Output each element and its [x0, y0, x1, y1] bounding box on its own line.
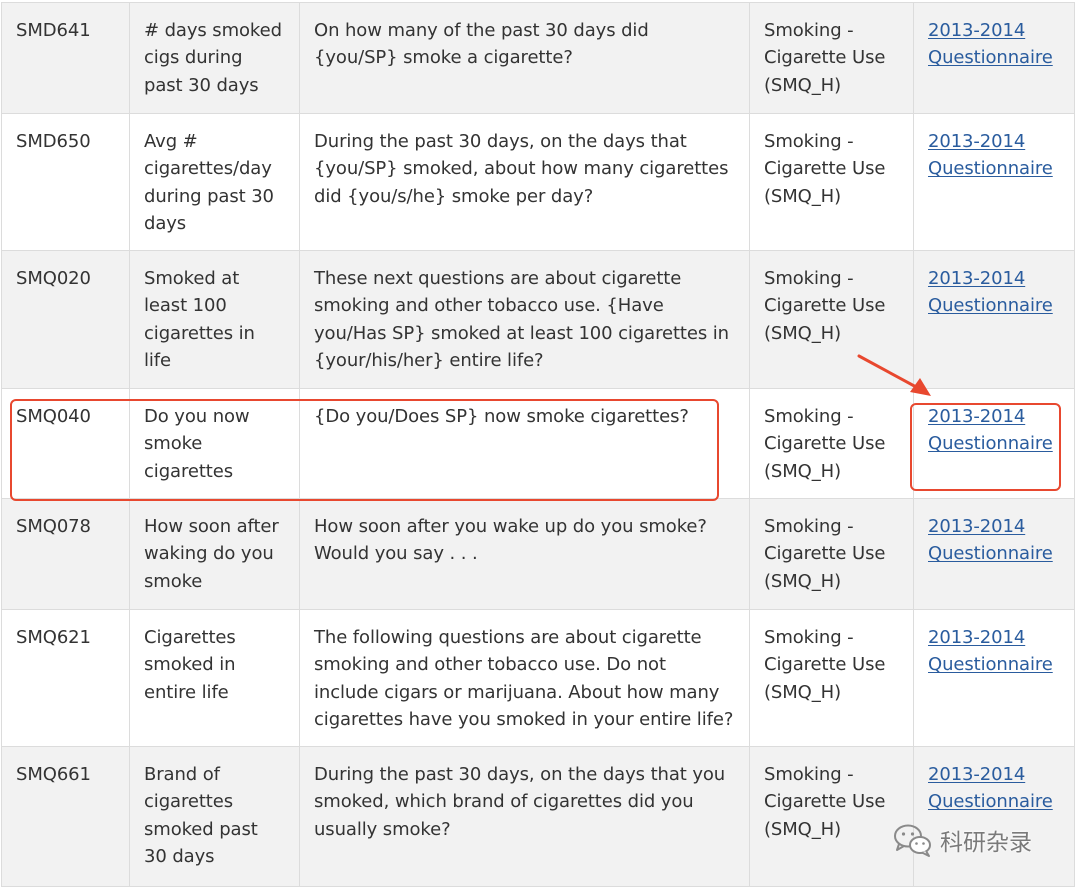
data-file-cell: Smoking - Cigarette Use (SMQ_H) [749, 2, 914, 114]
questionnaire-link-cell: 2013-2014 Questionnaire [913, 2, 1075, 114]
questionnaire-link[interactable]: 2013-2014 Questionnaire [928, 131, 1053, 179]
link-doc: Questionnaire [928, 47, 1053, 69]
link-year: 2013-2014 [928, 20, 1026, 41]
questionnaire-link[interactable]: 2013-2014 Questionnaire [928, 268, 1053, 316]
link-year: 2013-2014 [928, 131, 1026, 152]
table-row: SMD650 Avg # cigarettes/day during past … [1, 113, 1075, 251]
variable-description-cell: How soon after waking do you smoke [129, 498, 300, 610]
variable-name-cell: SMQ078 [1, 498, 130, 610]
data-file-cell: Smoking - Cigarette Use (SMQ_H) [749, 388, 914, 499]
variable-name-cell: SMQ621 [1, 609, 130, 747]
variable-name-cell: SMD650 [1, 113, 130, 251]
data-file-cell: Smoking - Cigarette Use (SMQ_H) [749, 498, 914, 610]
variable-description-cell: Avg # cigarettes/day during past 30 days [129, 113, 300, 251]
link-doc: Questionnaire [928, 295, 1053, 317]
variable-description-cell: # days smoked cigs during past 30 days [129, 2, 300, 114]
highlight-box-link [910, 403, 1061, 491]
target-text-cell: During the past 30 days, on the days tha… [299, 746, 750, 887]
table-row: SMD641 # days smoked cigs during past 30… [1, 2, 1075, 114]
variable-description-cell: Brand of cigarettes smoked past 30 days [129, 746, 300, 887]
watermark-text: 科研杂录 [940, 830, 1032, 856]
target-text-cell: During the past 30 days, on the days tha… [299, 113, 750, 251]
questionnaire-link-cell: 2013-2014 Questionnaire [913, 113, 1075, 251]
link-doc: Questionnaire [928, 543, 1053, 565]
target-text-cell: On how many of the past 30 days did {you… [299, 2, 750, 114]
variable-description-cell: Cigarettes smoked in entire life [129, 609, 300, 747]
questionnaire-link[interactable]: 2013-2014 Questionnaire [928, 516, 1053, 564]
link-year: 2013-2014 [928, 764, 1026, 785]
questionnaire-link[interactable]: 2013-2014 Questionnaire [928, 20, 1053, 68]
link-year: 2013-2014 [928, 516, 1026, 537]
questionnaire-link-cell: 2013-2014 Questionnaire [913, 609, 1075, 747]
target-text-cell: The following questions are about cigare… [299, 609, 750, 747]
questionnaire-link-cell: 2013-2014 Questionnaire [913, 746, 1075, 887]
link-doc: Questionnaire [928, 158, 1053, 180]
data-file-cell: Smoking - Cigarette Use (SMQ_H) [749, 746, 914, 887]
questionnaire-link[interactable]: 2013-2014 Questionnaire [928, 627, 1053, 675]
link-doc: Questionnaire [928, 654, 1053, 676]
questionnaire-link-cell: 2013-2014 Questionnaire [913, 498, 1075, 610]
target-text-cell: How soon after you wake up do you smoke?… [299, 498, 750, 610]
questionnaire-link[interactable]: 2013-2014 Questionnaire [928, 764, 1053, 812]
highlight-box-row [10, 399, 719, 501]
table-row: SMQ078 How soon after waking do you smok… [1, 498, 1075, 610]
variable-name-cell: SMQ661 [1, 746, 130, 887]
target-text-cell: These next questions are about cigarette… [299, 250, 750, 389]
data-file-cell: Smoking - Cigarette Use (SMQ_H) [749, 609, 914, 747]
wechat-icon [894, 824, 931, 857]
data-file-cell: Smoking - Cigarette Use (SMQ_H) [749, 113, 914, 251]
link-year: 2013-2014 [928, 627, 1026, 648]
table-row: SMQ661 Brand of cigarettes smoked past 3… [1, 746, 1075, 887]
variable-name-cell: SMQ020 [1, 250, 130, 389]
variable-description-cell: Smoked at least 100 cigarettes in life [129, 250, 300, 389]
link-doc: Questionnaire [928, 791, 1053, 813]
arrow-icon [857, 354, 931, 396]
table-row: SMQ621 Cigarettes smoked in entire life … [1, 609, 1075, 747]
variable-name-cell: SMD641 [1, 2, 130, 114]
link-year: 2013-2014 [928, 268, 1026, 289]
watermark: 科研杂录 [892, 822, 1032, 858]
